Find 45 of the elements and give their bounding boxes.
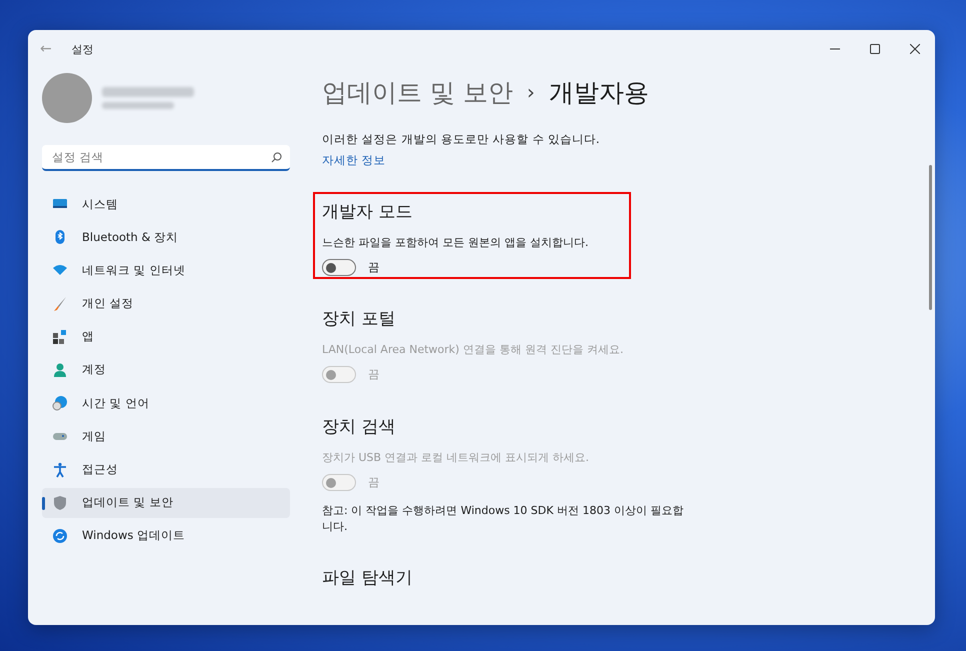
toggle-switch[interactable] bbox=[322, 259, 356, 276]
close-icon bbox=[910, 44, 920, 54]
sidebar-item[interactable]: 계정 bbox=[42, 354, 290, 385]
sidebar-item[interactable]: Bluetooth & 장치 bbox=[42, 222, 290, 252]
avatar bbox=[42, 73, 92, 123]
search-icon bbox=[271, 152, 282, 162]
sidebar-item[interactable]: 시간 및 언어 bbox=[42, 388, 290, 418]
section-title: 파일 탐색기 bbox=[322, 567, 414, 589]
toggle-label: 끔 bbox=[368, 260, 380, 276]
section-title: 장치 포털 bbox=[322, 308, 396, 330]
sidebar-item[interactable]: 앱 bbox=[42, 322, 290, 352]
apps-icon bbox=[52, 328, 68, 345]
scrollbar[interactable] bbox=[929, 165, 932, 310]
breadcrumb-parent[interactable]: 업데이트 및 보안 bbox=[322, 76, 513, 109]
sidebar-item[interactable]: Windows 업데이트 bbox=[42, 520, 290, 551]
globe-clock-icon bbox=[52, 395, 68, 412]
maximize-icon bbox=[870, 44, 880, 54]
shield-icon bbox=[52, 494, 68, 511]
breadcrumb-separator: › bbox=[526, 80, 535, 104]
note-text: 참고: 이 작업을 수행하려면 Windows 10 SDK 버전 1803 이상이 필요합니다. bbox=[322, 503, 684, 534]
page-title: 개발자용 bbox=[548, 76, 649, 109]
toggle-label: 끔 bbox=[368, 367, 380, 382]
selection-indicator bbox=[42, 496, 45, 510]
sidebar-item[interactable]: 시스템 bbox=[42, 189, 290, 219]
intro-text: 이러한 설정은 개발의 용도로만 사용할 수 있습니다. bbox=[322, 132, 601, 148]
sidebar-item[interactable]: 업데이트 및 보안 bbox=[42, 488, 290, 518]
section-description: LAN(Local Area Network) 연결을 통해 원격 진단을 켜세요. bbox=[322, 342, 624, 358]
search-input[interactable]: 설정 검색 bbox=[50, 149, 271, 165]
person-icon bbox=[52, 362, 68, 378]
accessibility-icon bbox=[52, 462, 68, 478]
sidebar-item[interactable]: 네트워크 및 인터넷 bbox=[42, 255, 290, 286]
sidebar-item[interactable]: 게임 bbox=[42, 421, 290, 452]
blurred-email bbox=[102, 102, 174, 109]
brush-icon bbox=[52, 296, 68, 312]
sync-icon bbox=[52, 528, 68, 544]
toggle-label: 끔 bbox=[368, 475, 380, 490]
section-title: 개발자 모드 bbox=[322, 201, 414, 224]
window-title: 설정 bbox=[72, 42, 94, 56]
section-description: 느슨한 파일을 포함하여 모든 원본의 앱을 설치합니다. bbox=[322, 235, 590, 250]
more-info-link[interactable]: 자세한 정보 bbox=[322, 153, 386, 168]
sidebar-item[interactable]: 개인 설정 bbox=[42, 288, 290, 319]
sidebar-item[interactable]: 접근성 bbox=[42, 454, 290, 484]
section-title: 장치 검색 bbox=[322, 416, 396, 438]
search-field[interactable]: 설정 검색 bbox=[42, 145, 290, 171]
section-description: 장치가 USB 연결과 로컬 네트워크에 표시되게 하세요. bbox=[322, 450, 590, 466]
